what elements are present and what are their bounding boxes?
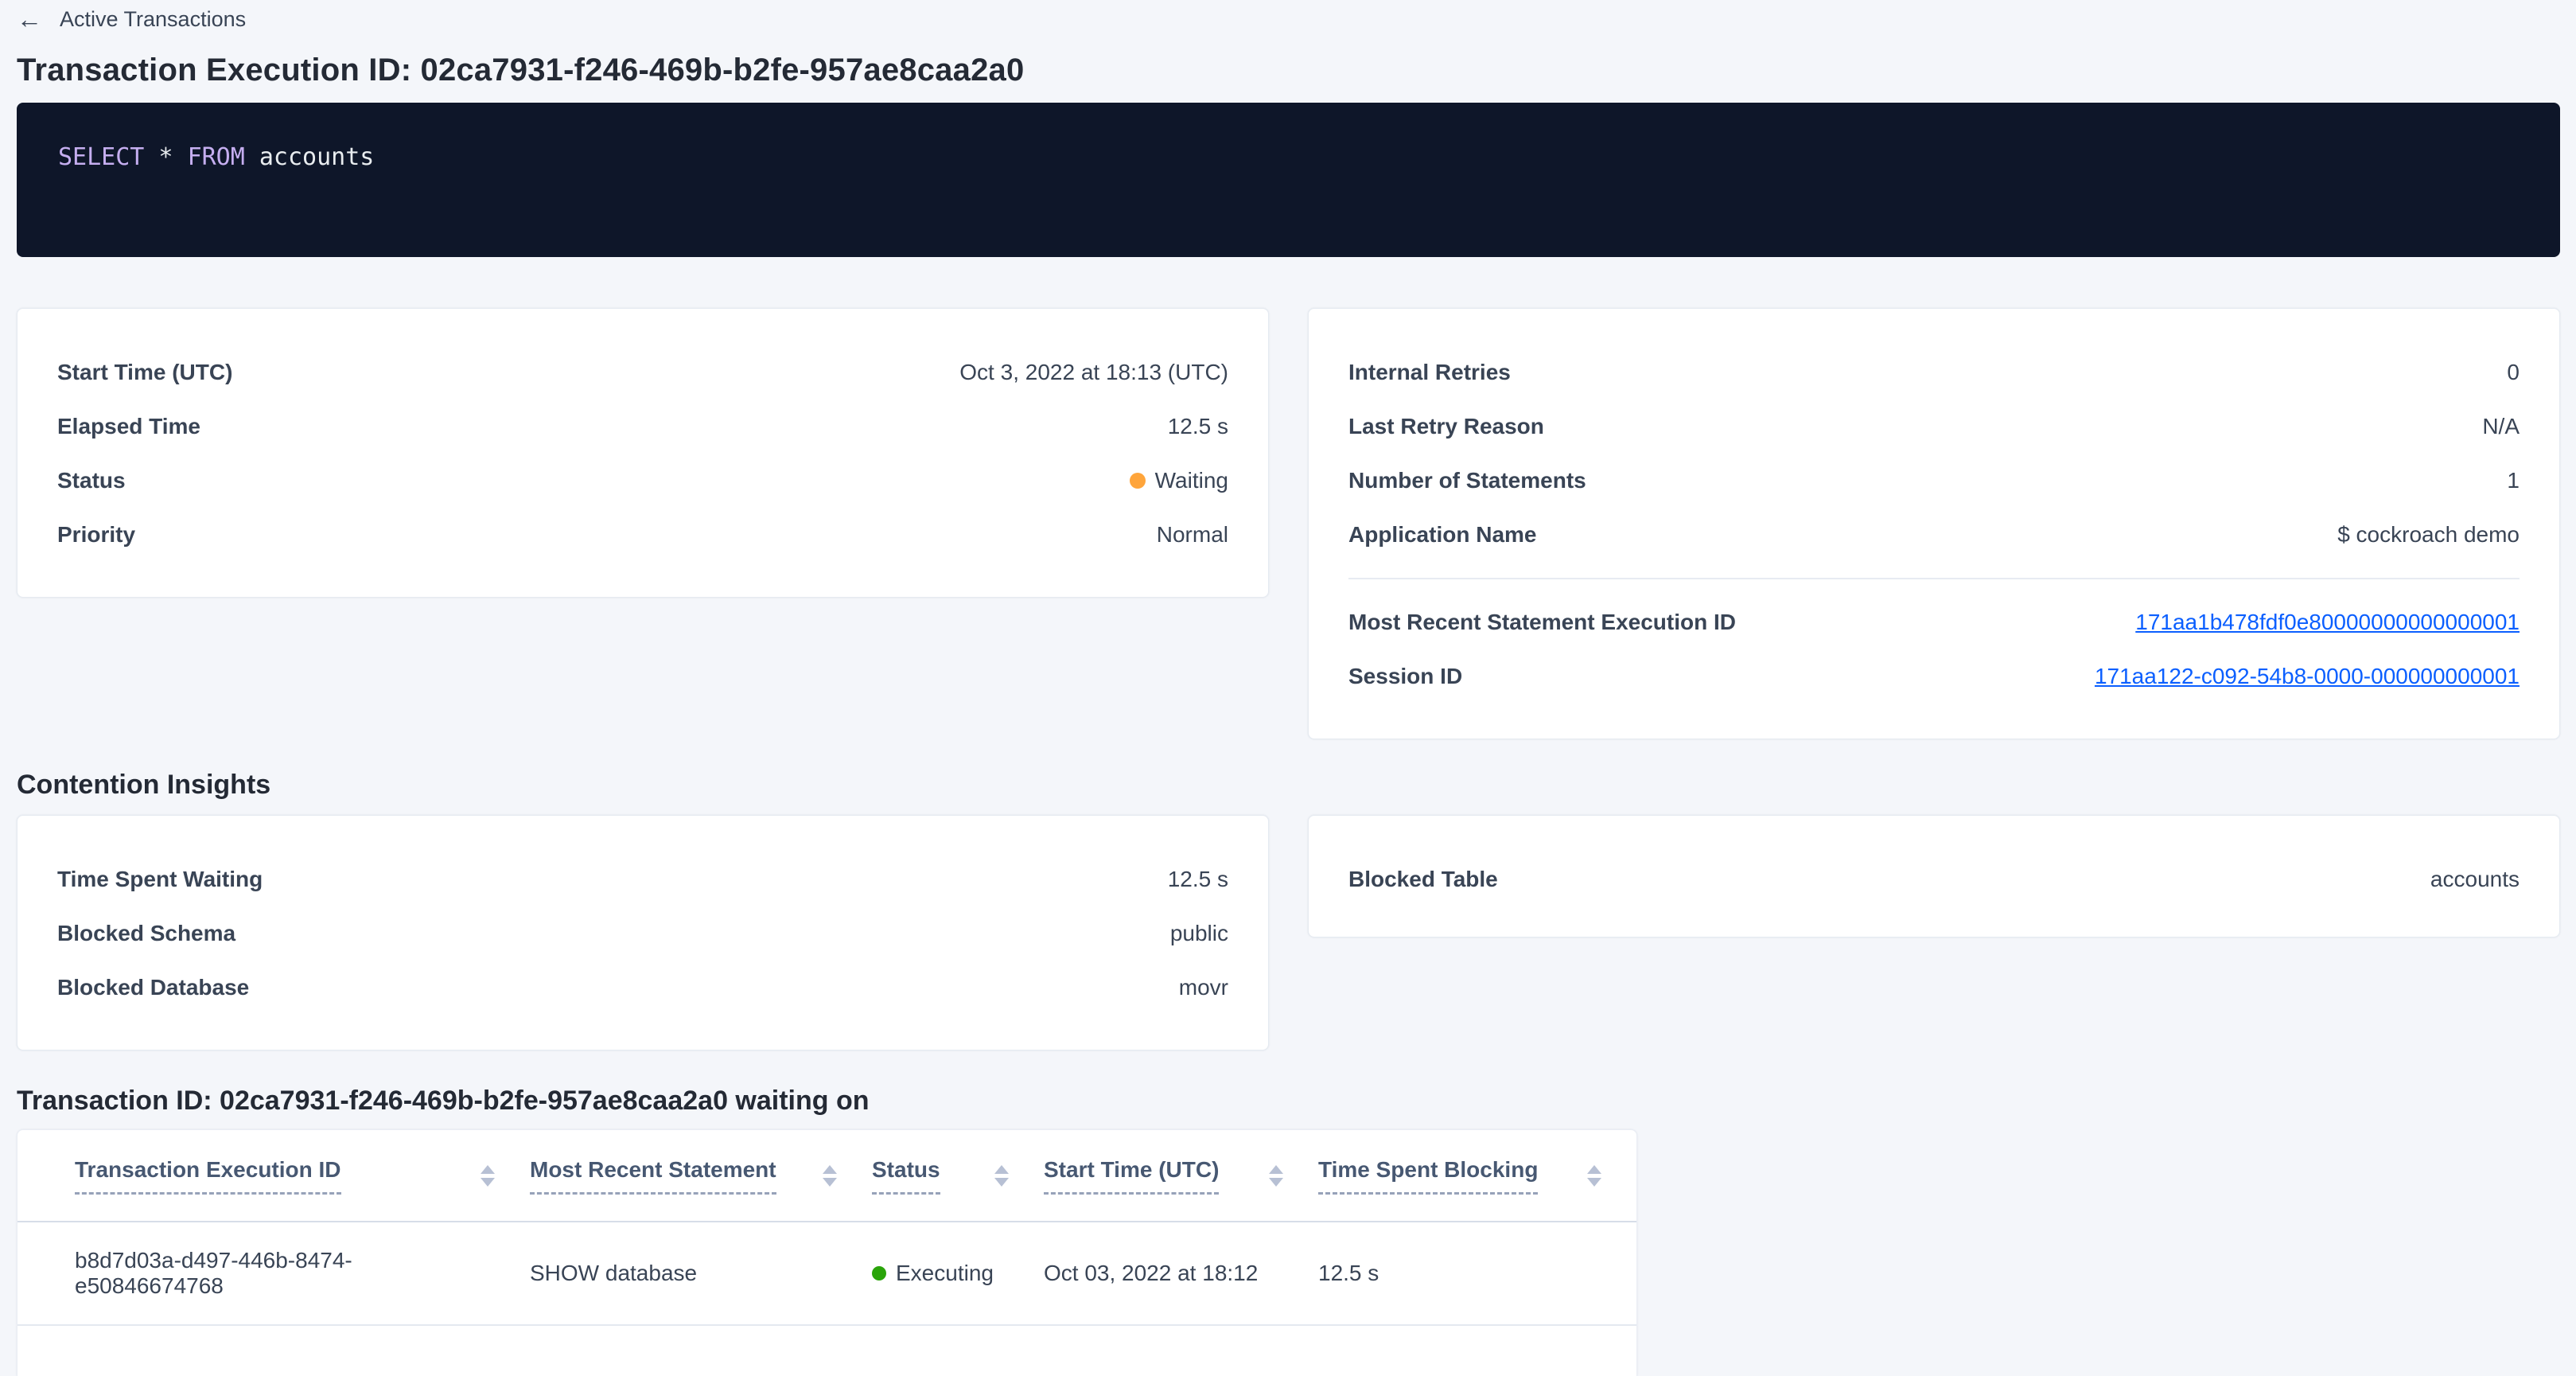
application-name-row: Application Name $ cockroach demo xyxy=(1348,508,2520,562)
session-id-row: Session ID 171aa122-c092-54b8-0000-00000… xyxy=(1348,649,2520,704)
sql-star: * xyxy=(144,143,187,171)
waiting-on-heading: Transaction ID: 02ca7931-f246-469b-b2fe-… xyxy=(17,1086,2560,1117)
time-spent-waiting-value: 12.5 s xyxy=(1168,867,1228,892)
column-header-most-recent-statement[interactable]: Most Recent Statement xyxy=(530,1157,872,1195)
column-header-time-spent-blocking[interactable]: Time Spent Blocking xyxy=(1318,1157,1636,1195)
elapsed-time-label: Elapsed Time xyxy=(57,414,200,439)
internal-retries-label: Internal Retries xyxy=(1348,360,1511,385)
blocked-table-label: Blocked Table xyxy=(1348,867,1498,892)
priority-label: Priority xyxy=(57,522,135,548)
cell-most-recent-statement: SHOW database xyxy=(530,1261,872,1286)
blocked-database-label: Blocked Database xyxy=(57,975,249,1000)
contention-card-right: Blocked Table accounts xyxy=(1308,815,2560,937)
elapsed-time-row: Elapsed Time 12.5 s xyxy=(57,400,1228,454)
status-label: Status xyxy=(57,468,126,493)
statement-execution-id-link[interactable]: 171aa1b478fdf0e80000000000000001 xyxy=(2135,610,2520,635)
summary-section: Start Time (UTC) Oct 3, 2022 at 18:13 (U… xyxy=(17,308,2560,739)
contention-section: Time Spent Waiting 12.5 s Blocked Schema… xyxy=(17,815,2560,1051)
cell-status: Executing xyxy=(872,1261,1044,1286)
time-spent-waiting-label: Time Spent Waiting xyxy=(57,867,263,892)
contention-insights-heading: Contention Insights xyxy=(17,770,2560,801)
blocked-schema-row: Blocked Schema public xyxy=(57,906,1228,961)
waiting-status-dot-icon xyxy=(1130,473,1146,489)
priority-value: Normal xyxy=(1157,522,1228,548)
transaction-detail-page: ← Active Transactions Transaction Execut… xyxy=(0,0,2576,1376)
internal-retries-value: 0 xyxy=(2507,360,2520,385)
blocked-table-row: Blocked Table accounts xyxy=(1348,852,2520,906)
cell-status-text: Executing xyxy=(896,1261,994,1286)
contention-card-left: Time Spent Waiting 12.5 s Blocked Schema… xyxy=(17,815,1269,1051)
blocked-database-row: Blocked Database movr xyxy=(57,961,1228,1015)
arrow-left-icon: ← xyxy=(17,6,42,32)
sort-carets-icon[interactable] xyxy=(823,1165,837,1187)
sort-carets-icon[interactable] xyxy=(481,1165,495,1187)
session-id-label: Session ID xyxy=(1348,664,1462,689)
sql-table-name: accounts xyxy=(245,143,375,171)
elapsed-time-value: 12.5 s xyxy=(1168,414,1228,439)
statement-execution-id-label: Most Recent Statement Execution ID xyxy=(1348,610,1736,635)
waiting-on-table: Transaction Execution ID Most Recent Sta… xyxy=(17,1129,1637,1376)
cell-transaction-execution-id: b8d7d03a-d497-446b-8474-e50846674768 xyxy=(75,1248,530,1299)
table-header-row: Transaction Execution ID Most Recent Sta… xyxy=(18,1130,1636,1222)
last-retry-reason-value: N/A xyxy=(2482,414,2520,439)
start-time-row: Start Time (UTC) Oct 3, 2022 at 18:13 (U… xyxy=(57,345,1228,400)
blocked-database-value: movr xyxy=(1179,975,1228,1000)
card-divider xyxy=(1348,578,2520,579)
table-row[interactable]: b8d7d03a-d497-446b-8474-e50846674768 SHO… xyxy=(18,1222,1636,1326)
column-header-transaction-execution-id[interactable]: Transaction Execution ID xyxy=(75,1157,530,1195)
page-title: Transaction Execution ID: 02ca7931-f246-… xyxy=(17,53,2560,88)
sql-keyword-from: FROM xyxy=(188,143,245,171)
summary-card-right: Internal Retries 0 Last Retry Reason N/A… xyxy=(1308,308,2560,739)
executing-status-dot-icon xyxy=(872,1266,886,1280)
status-row: Status Waiting xyxy=(57,454,1228,508)
start-time-label: Start Time (UTC) xyxy=(57,360,232,385)
sort-carets-icon[interactable] xyxy=(994,1165,1009,1187)
last-retry-reason-row: Last Retry Reason N/A xyxy=(1348,400,2520,454)
last-retry-reason-label: Last Retry Reason xyxy=(1348,414,1544,439)
sort-carets-icon[interactable] xyxy=(1587,1165,1601,1187)
status-text: Waiting xyxy=(1155,468,1228,493)
status-value: Waiting xyxy=(1130,468,1228,493)
breadcrumb-back-link[interactable]: ← Active Transactions xyxy=(17,0,246,32)
sort-carets-icon[interactable] xyxy=(1269,1165,1283,1187)
column-header-status[interactable]: Status xyxy=(872,1157,1044,1195)
number-of-statements-label: Number of Statements xyxy=(1348,468,1586,493)
time-spent-waiting-row: Time Spent Waiting 12.5 s xyxy=(57,852,1228,906)
application-name-label: Application Name xyxy=(1348,522,1536,548)
cell-start-time: Oct 03, 2022 at 18:12 xyxy=(1044,1261,1318,1286)
cell-time-spent-blocking: 12.5 s xyxy=(1318,1261,1636,1286)
priority-row: Priority Normal xyxy=(57,508,1228,562)
sql-keyword-select: SELECT xyxy=(58,143,144,171)
statement-execution-id-row: Most Recent Statement Execution ID 171aa… xyxy=(1348,595,2520,649)
session-id-link[interactable]: 171aa122-c092-54b8-0000-000000000001 xyxy=(2095,664,2520,689)
number-of-statements-row: Number of Statements 1 xyxy=(1348,454,2520,508)
blocked-schema-value: public xyxy=(1170,921,1228,946)
start-time-value: Oct 3, 2022 at 18:13 (UTC) xyxy=(959,360,1228,385)
internal-retries-row: Internal Retries 0 xyxy=(1348,345,2520,400)
blocked-schema-label: Blocked Schema xyxy=(57,921,235,946)
blocked-table-value: accounts xyxy=(2430,867,2520,892)
number-of-statements-value: 1 xyxy=(2507,468,2520,493)
sql-statement-box: SELECT * FROM accounts xyxy=(17,103,2560,257)
column-header-start-time[interactable]: Start Time (UTC) xyxy=(1044,1157,1318,1195)
breadcrumb-label: Active Transactions xyxy=(60,7,246,32)
application-name-value: $ cockroach demo xyxy=(2337,522,2520,548)
summary-card-left: Start Time (UTC) Oct 3, 2022 at 18:13 (U… xyxy=(17,308,1269,598)
